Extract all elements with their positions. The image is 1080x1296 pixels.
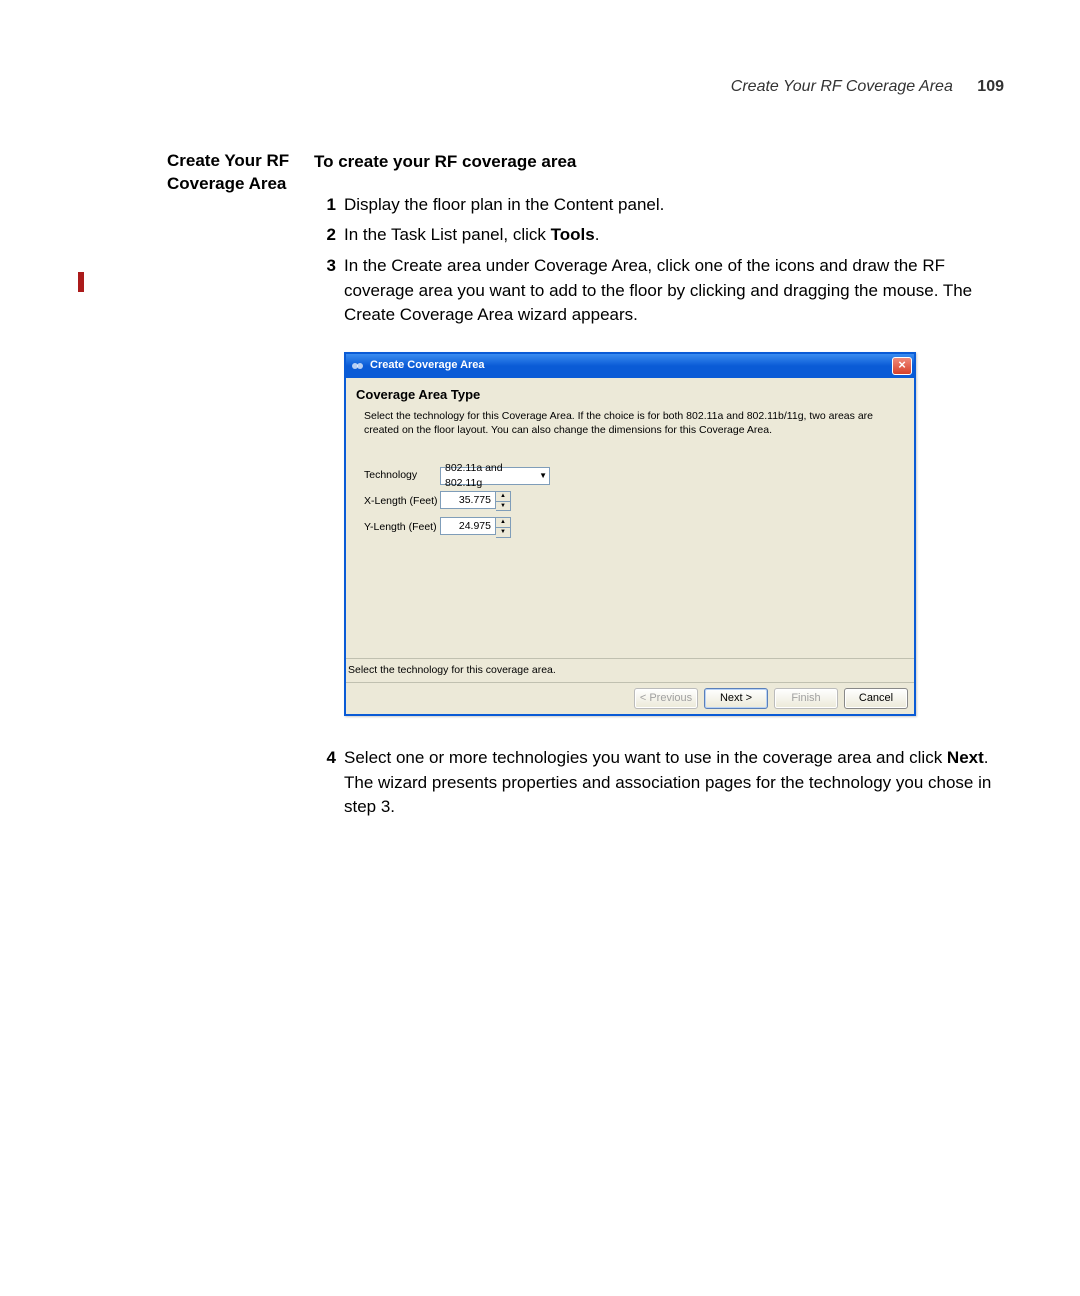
ylength-label: Y-Length (Feet) xyxy=(364,520,440,535)
running-title: Create Your RF Coverage Area xyxy=(731,78,953,95)
finish-button: Finish xyxy=(774,688,838,709)
step-number: 3 xyxy=(314,254,336,328)
cancel-button[interactable]: Cancel xyxy=(844,688,908,709)
technology-value: 802.11a and 802.11g xyxy=(445,461,539,491)
step-item: 3 In the Create area under Coverage Area… xyxy=(314,254,1004,328)
step-text: In the Task List panel, click Tools. xyxy=(344,223,1004,248)
technology-label: Technology xyxy=(364,468,440,483)
section-body: To create your RF coverage area 1 Displa… xyxy=(314,150,1004,826)
xlength-row: X-Length (Feet) 35.775 ▲ ▼ xyxy=(356,491,904,511)
step-text: In the Create area under Coverage Area, … xyxy=(344,254,1004,328)
xlength-spin-up[interactable]: ▲ xyxy=(496,492,510,502)
next-button[interactable]: Next > xyxy=(704,688,768,709)
step-list-continued: 4 Select one or more technologies you wa… xyxy=(314,746,1004,820)
dialog-title: Create Coverage Area xyxy=(370,358,485,374)
xlength-spin-down[interactable]: ▼ xyxy=(496,502,510,511)
close-icon: × xyxy=(898,356,906,375)
technology-row: Technology 802.11a and 802.11g ▼ xyxy=(356,467,904,485)
dialog-footer: < Previous Next > Finish Cancel xyxy=(346,682,914,714)
change-bar xyxy=(78,272,84,292)
section-subheading: To create your RF coverage area xyxy=(314,150,1004,175)
triangle-up-icon: ▲ xyxy=(500,492,506,501)
step-item: 2 In the Task List panel, click Tools. xyxy=(314,223,1004,248)
content: Create Your RF Coverage Area To create y… xyxy=(167,150,1004,826)
technology-combobox[interactable]: 802.11a and 802.11g ▼ xyxy=(440,467,550,485)
close-button[interactable]: × xyxy=(892,357,912,375)
app-icon xyxy=(351,359,365,373)
chevron-down-icon: ▼ xyxy=(539,470,547,482)
ylength-spin-up[interactable]: ▲ xyxy=(496,518,510,528)
step-text: Display the floor plan in the Content pa… xyxy=(344,193,1004,218)
triangle-down-icon: ▼ xyxy=(500,528,506,537)
ylength-spin-down[interactable]: ▼ xyxy=(496,528,510,537)
triangle-down-icon: ▼ xyxy=(500,502,506,511)
step-text: Select one or more technologies you want… xyxy=(344,746,1004,820)
triangle-up-icon: ▲ xyxy=(500,518,506,527)
section-title: Create Your RF Coverage Area xyxy=(167,150,314,826)
xlength-input[interactable]: 35.775 xyxy=(440,491,496,509)
dialog-description: Select the technology for this Coverage … xyxy=(356,409,904,437)
dialog-titlebar[interactable]: Create Coverage Area × xyxy=(346,354,914,378)
step-number: 4 xyxy=(314,746,336,820)
dialog-heading: Coverage Area Type xyxy=(356,386,904,405)
ylength-row: Y-Length (Feet) 24.975 ▲ ▼ xyxy=(356,517,904,537)
step-item: 4 Select one or more technologies you wa… xyxy=(314,746,1004,820)
page-number: 109 xyxy=(977,78,1004,95)
create-coverage-area-dialog: Create Coverage Area × Coverage Area Typ… xyxy=(344,352,916,716)
step-number: 2 xyxy=(314,223,336,248)
dialog-status: Select the technology for this coverage … xyxy=(346,658,914,682)
xlength-label: X-Length (Feet) xyxy=(364,494,440,509)
step-item: 1 Display the floor plan in the Content … xyxy=(314,193,1004,218)
step-list: 1 Display the floor plan in the Content … xyxy=(314,193,1004,328)
ylength-input[interactable]: 24.975 xyxy=(440,517,496,535)
step-number: 1 xyxy=(314,193,336,218)
running-header: Create Your RF Coverage Area 109 xyxy=(731,78,1004,96)
previous-button: < Previous xyxy=(634,688,698,709)
